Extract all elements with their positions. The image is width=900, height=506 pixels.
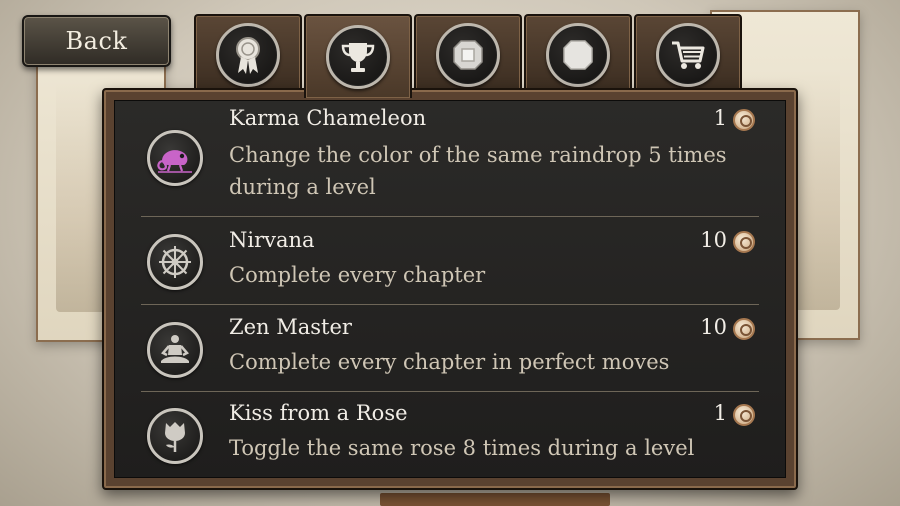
achievement-description: Toggle the same rose 8 times during a le… xyxy=(229,436,695,460)
achievement-description: Complete every chapter in perfect moves xyxy=(229,350,670,374)
chameleon-icon xyxy=(147,130,203,186)
gem-icon xyxy=(436,23,500,87)
achievement-points: 10 xyxy=(700,228,727,252)
coin-icon xyxy=(733,231,755,253)
achievement-points: 10 xyxy=(700,315,727,339)
achievement-list[interactable]: Karma Chameleon Change the color of the … xyxy=(114,100,786,478)
rose-icon xyxy=(147,408,203,464)
achievements-panel: Karma Chameleon Change the color of the … xyxy=(102,88,798,490)
achievement-points: 1 xyxy=(713,106,727,130)
achievement-row[interactable]: Nirvana Complete every chapter 10 xyxy=(141,217,759,305)
back-button[interactable]: Back xyxy=(22,15,171,67)
achievement-description: Change the color of the same raindrop 5 … xyxy=(229,143,727,199)
octagon-icon xyxy=(546,23,610,87)
scroll-stand xyxy=(380,493,610,506)
dharma-wheel-icon xyxy=(147,234,203,290)
achievement-row[interactable]: Karma Chameleon Change the color of the … xyxy=(141,101,759,217)
trophy-icon xyxy=(326,25,390,89)
achievement-row[interactable]: Kiss from a Rose Toggle the same rose 8 … xyxy=(141,392,759,477)
achievement-row[interactable]: Zen Master Complete every chapter in per… xyxy=(141,305,759,392)
achievement-points: 1 xyxy=(713,401,727,425)
coin-icon xyxy=(733,404,755,426)
meditation-icon xyxy=(147,322,203,378)
ribbon-icon xyxy=(216,23,280,87)
cart-icon xyxy=(656,23,720,87)
achievement-title: Zen Master xyxy=(229,315,352,339)
coin-icon xyxy=(733,109,755,131)
tab-ribbon[interactable] xyxy=(194,14,302,94)
achievement-title: Kiss from a Rose xyxy=(229,401,408,425)
achievement-description: Complete every chapter xyxy=(229,263,486,287)
tab-gem[interactable] xyxy=(414,14,522,94)
achievement-title: Karma Chameleon xyxy=(229,106,427,130)
tab-octagon[interactable] xyxy=(524,14,632,94)
achievement-title: Nirvana xyxy=(229,228,315,252)
coin-icon xyxy=(733,318,755,340)
tab-trophy[interactable] xyxy=(304,14,412,98)
tab-shop[interactable] xyxy=(634,14,742,94)
